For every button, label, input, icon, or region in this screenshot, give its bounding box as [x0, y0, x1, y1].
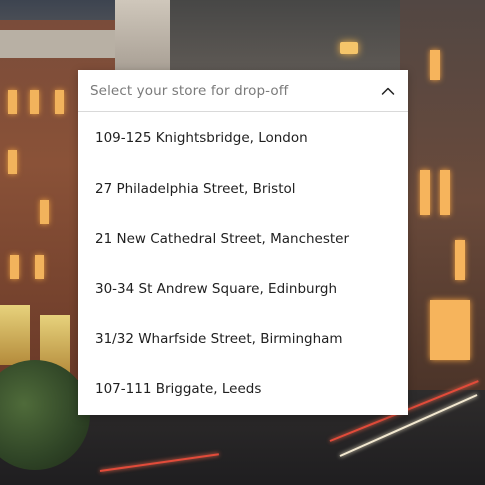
lit-window — [35, 255, 44, 279]
clock-tower — [115, 0, 175, 70]
lit-window — [8, 150, 17, 174]
lit-window — [10, 255, 19, 279]
right-building — [400, 0, 485, 400]
lit-window — [40, 200, 49, 224]
store-dropdown-toggle[interactable]: Select your store for drop-off — [78, 70, 408, 112]
lit-window — [420, 170, 430, 215]
store-option-birmingham[interactable]: 31/32 Wharfside Street, Birmingham — [78, 314, 408, 364]
lit-window — [440, 170, 450, 215]
store-option-bristol[interactable]: 27 Philadelphia Street, Bristol — [78, 164, 408, 214]
lit-window — [30, 90, 39, 114]
lit-window — [55, 90, 64, 114]
lit-window — [455, 240, 465, 280]
store-option-edinburgh[interactable]: 30-34 St Andrew Square, Edinburgh — [78, 264, 408, 314]
lit-window — [340, 42, 358, 54]
lit-window — [8, 90, 17, 114]
shop-window — [430, 300, 470, 360]
store-option-manchester[interactable]: 21 New Cathedral Street, Manchester — [78, 214, 408, 264]
store-options-list: 109-125 Knightsbridge, London 27 Philade… — [78, 112, 408, 414]
lit-window — [430, 50, 440, 80]
store-dropdown-placeholder: Select your store for drop-off — [90, 82, 289, 99]
shop-window — [0, 305, 30, 365]
store-option-london[interactable]: 109-125 Knightsbridge, London — [78, 112, 408, 164]
center-building — [170, 0, 410, 75]
store-option-leeds[interactable]: 107-111 Briggate, Leeds — [78, 364, 408, 414]
store-dropdown: Select your store for drop-off 109-125 K… — [78, 70, 408, 415]
chevron-up-icon[interactable] — [381, 84, 395, 98]
